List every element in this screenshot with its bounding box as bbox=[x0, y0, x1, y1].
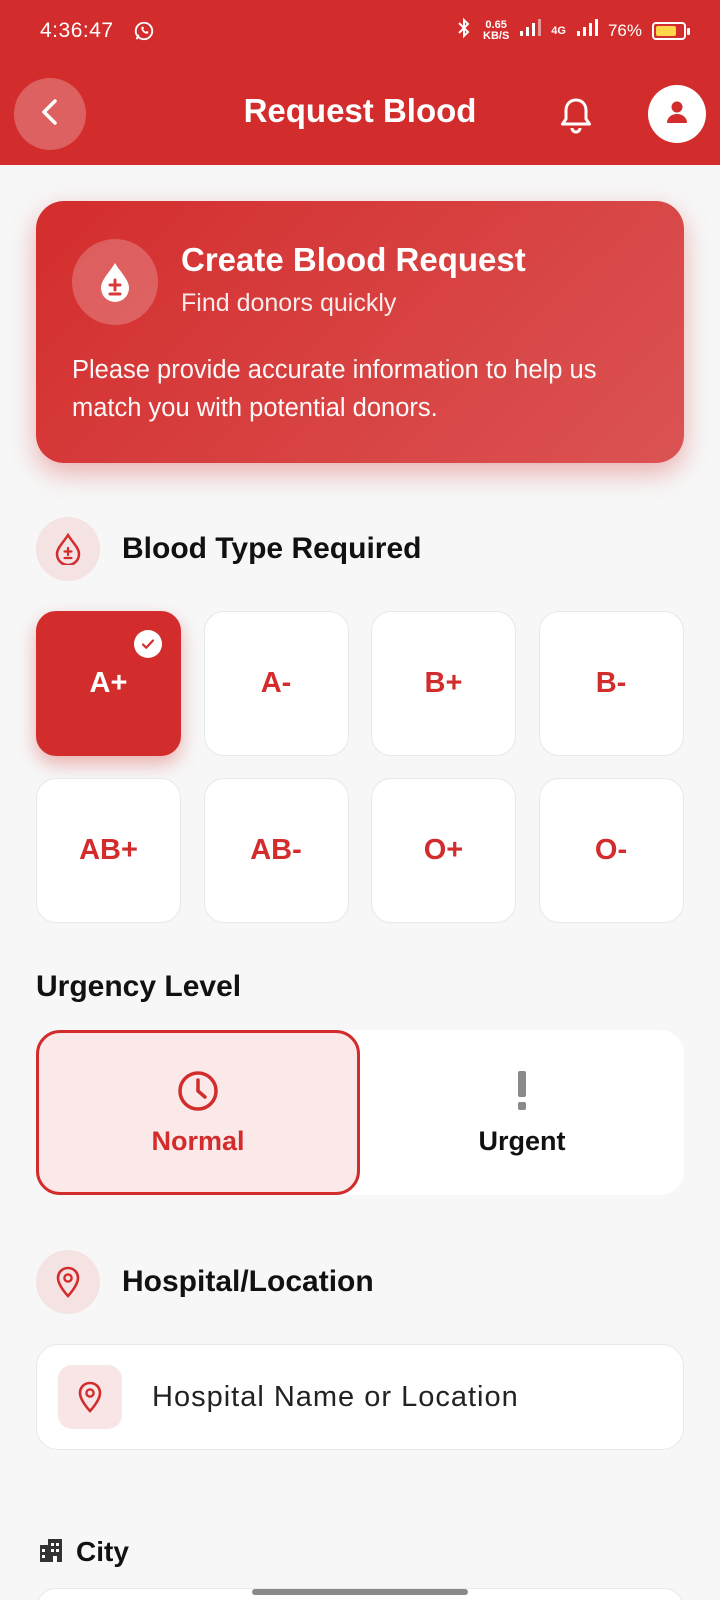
blood-type-a-neg[interactable]: A- bbox=[203, 611, 349, 756]
notifications-button[interactable] bbox=[554, 93, 598, 137]
location-pin-icon bbox=[36, 1250, 100, 1314]
blood-type-b-pos[interactable]: B+ bbox=[371, 611, 516, 756]
exclamation-icon bbox=[515, 1068, 529, 1114]
urgency-normal-option[interactable]: Normal bbox=[36, 1030, 360, 1195]
hero-subtitle: Find donors quickly bbox=[181, 289, 397, 317]
blood-drop-icon bbox=[36, 517, 100, 581]
bluetooth-icon bbox=[455, 17, 473, 44]
status-bar: 4:36:47 0.65 KB/S 4G 76% bbox=[0, 0, 720, 64]
urgency-label: Urgent bbox=[478, 1126, 566, 1156]
page-title: Request Blood bbox=[243, 92, 477, 129]
signal-icon-2 bbox=[576, 19, 598, 42]
blood-type-o-neg[interactable]: O- bbox=[538, 778, 684, 923]
battery-icon bbox=[652, 21, 690, 40]
blood-type-label: AB- bbox=[250, 834, 302, 866]
location-input[interactable]: Hospital Name or Location bbox=[36, 1344, 684, 1450]
signal-icon bbox=[519, 19, 542, 42]
blood-type-label: A+ bbox=[89, 667, 128, 699]
section-title: Blood Type Required bbox=[122, 532, 422, 565]
blood-type-label: O+ bbox=[423, 834, 464, 866]
urgency-label: Normal bbox=[151, 1126, 245, 1156]
whatsapp-icon bbox=[133, 20, 155, 42]
blood-type-label: O- bbox=[594, 834, 628, 866]
blood-type-ab-neg[interactable]: AB- bbox=[203, 778, 349, 923]
location-placeholder: Hospital Name or Location bbox=[152, 1380, 519, 1413]
create-request-card: Create Blood Request Find donors quickly… bbox=[36, 201, 684, 463]
network-speed: 0.65 KB/S bbox=[483, 18, 510, 42]
status-time: 4:36:47 bbox=[40, 19, 114, 42]
person-icon bbox=[664, 99, 690, 130]
battery-percent: 76% bbox=[607, 20, 642, 40]
blood-type-label: A- bbox=[260, 667, 292, 699]
home-indicator[interactable] bbox=[252, 1589, 468, 1595]
blood-type-ab-pos[interactable]: AB+ bbox=[36, 778, 181, 923]
hero-description: Please provide accurate information to h… bbox=[72, 356, 597, 422]
blood-type-label: B- bbox=[595, 667, 627, 699]
profile-button[interactable] bbox=[648, 85, 706, 143]
blood-type-header: Blood Type Required bbox=[36, 517, 421, 581]
status-icons: 0.65 KB/S 4G 76% bbox=[455, 17, 690, 44]
urgency-selector: Normal Urgent bbox=[36, 1030, 684, 1195]
blood-type-o-pos[interactable]: O+ bbox=[371, 778, 516, 923]
urgency-title: Urgency Level bbox=[36, 970, 242, 1003]
city-building-icon bbox=[38, 1537, 64, 1568]
bell-icon bbox=[554, 98, 598, 141]
urgency-urgent-option[interactable]: Urgent bbox=[360, 1030, 684, 1195]
city-title: City bbox=[76, 1536, 129, 1567]
blood-type-label: AB+ bbox=[79, 834, 138, 866]
blood-type-label: B+ bbox=[424, 667, 463, 699]
city-header: City bbox=[38, 1536, 129, 1568]
section-title: Hospital/Location bbox=[122, 1265, 374, 1298]
network-type: 4G bbox=[551, 24, 566, 37]
blood-type-a-pos[interactable]: A+ bbox=[36, 611, 181, 756]
clock-icon bbox=[176, 1068, 220, 1114]
location-header: Hospital/Location bbox=[36, 1250, 374, 1314]
blood-type-b-neg[interactable]: B- bbox=[538, 611, 684, 756]
blood-drop-icon bbox=[72, 239, 158, 325]
check-icon bbox=[134, 630, 162, 658]
app-header: 4:36:47 0.65 KB/S 4G 76% Request Blood bbox=[0, 0, 720, 165]
hero-title: Create Blood Request bbox=[181, 241, 526, 278]
location-pin-icon bbox=[58, 1365, 122, 1429]
